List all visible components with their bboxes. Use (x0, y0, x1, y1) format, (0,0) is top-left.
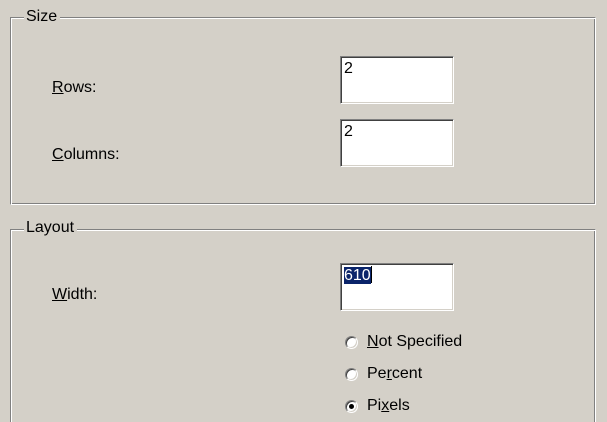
rows-input[interactable]: 2 (340, 56, 454, 104)
radio-percent[interactable]: Percent (345, 363, 422, 385)
layout-groupbox (10, 229, 596, 422)
radio-label-pixels: Pixels (367, 397, 410, 414)
radio-indicator-pixels[interactable] (345, 399, 358, 413)
radio-indicator-percent[interactable] (345, 367, 358, 381)
rows-label-mnemonic: R (52, 79, 64, 96)
size-group-title: Size (24, 7, 61, 27)
radio-label-percent: Percent (367, 365, 423, 382)
width-label: Width: (52, 285, 97, 305)
rows-label: Rows: (52, 78, 96, 98)
table-properties-dialog: Size Rows: 2 Columns: 2 Layout Width: 61… (0, 0, 607, 422)
size-groupbox (10, 17, 596, 205)
rows-input-value: 2 (344, 60, 353, 77)
width-input-value: 610 (344, 267, 371, 284)
width-label-mnemonic: W (52, 286, 68, 303)
radio-label-not-specified: Not Specified (367, 333, 463, 350)
radio-pixels[interactable]: Pixels (345, 395, 410, 417)
radio-indicator-not-specified[interactable] (345, 335, 358, 349)
columns-label: Columns: (52, 145, 120, 165)
columns-input[interactable]: 2 (340, 119, 454, 167)
radio-not-specified[interactable]: Not Specified (345, 331, 462, 353)
columns-input-value: 2 (344, 123, 353, 140)
columns-label-mnemonic: C (52, 146, 64, 163)
rows-label-text: ows: (63, 79, 97, 96)
text-caret (370, 266, 372, 283)
width-input[interactable]: 610 (340, 263, 454, 311)
width-label-text: idth: (67, 286, 98, 303)
columns-label-text: olumns: (63, 146, 120, 163)
layout-group-title: Layout (24, 218, 78, 238)
